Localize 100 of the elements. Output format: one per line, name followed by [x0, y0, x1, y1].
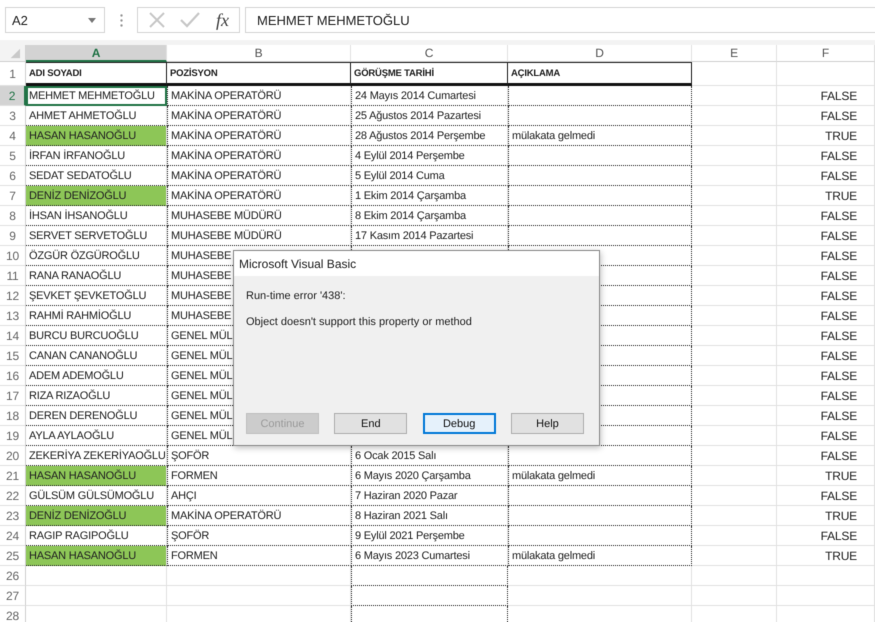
table-cell: FALSE	[777, 266, 875, 286]
column-header[interactable]: A	[26, 45, 167, 62]
table-cell: MAKİNA OPERATÖRÜ	[167, 146, 351, 166]
row-number[interactable]: 17	[0, 386, 26, 406]
row-number[interactable]: 12	[0, 286, 26, 306]
row-number[interactable]: 15	[0, 346, 26, 366]
select-all-icon[interactable]	[0, 45, 26, 62]
table-cell: BURCU BURCUOĞLU	[26, 326, 167, 346]
check-icon[interactable]	[180, 12, 200, 28]
formula-bar[interactable]: MEHMET MEHMETOĞLU	[245, 7, 875, 33]
row-number[interactable]: 24	[0, 526, 26, 546]
name-box[interactable]: A2	[5, 7, 105, 33]
row-number[interactable]: 16	[0, 366, 26, 386]
row-number[interactable]: 20	[0, 446, 26, 466]
table-cell: FALSE	[777, 206, 875, 226]
table-cell: 8 Haziran 2021 Salı	[351, 506, 508, 526]
table-cell: FALSE	[777, 526, 875, 546]
table-cell: 5 Eylül 2014 Cuma	[351, 166, 508, 186]
table-cell: RANA RANAOĞLU	[26, 266, 167, 286]
row-number[interactable]: 1	[0, 62, 26, 86]
table-cell: mülakata gelmedi	[508, 466, 692, 486]
cancel-icon[interactable]	[148, 11, 166, 29]
table-cell: 25 Ağustos 2014 Pazartesi	[351, 106, 508, 126]
row-number[interactable]: 8	[0, 206, 26, 226]
column-title: POZİSYON	[167, 62, 351, 86]
table-cell: DENİZ DENİZOĞLU	[26, 186, 167, 206]
row-number[interactable]: 26	[0, 566, 26, 586]
row-number[interactable]: 19	[0, 426, 26, 446]
table-cell: FALSE	[777, 306, 875, 326]
dialog-button[interactable]: Help	[510, 413, 584, 434]
table-cell: 1 Ekim 2014 Çarşamba	[351, 186, 508, 206]
table-cell: 24 Mayıs 2014 Cumartesi	[351, 86, 508, 106]
dialog-button[interactable]: End	[334, 413, 408, 434]
table-cell: FALSE	[777, 246, 875, 266]
insert-function-button[interactable]: fx	[214, 10, 231, 30]
table-cell: ÖZGÜR ÖZGÜROĞLU	[26, 246, 167, 266]
table-cell: FALSE	[777, 406, 875, 426]
caret-icon	[88, 18, 96, 22]
grip-icon	[120, 14, 123, 26]
column-header[interactable]: D	[508, 45, 692, 62]
table-cell: FALSE	[777, 146, 875, 166]
table-cell: AHÇI	[167, 486, 351, 506]
row-number[interactable]: 6	[0, 166, 26, 186]
table-cell: MAKİNA OPERATÖRÜ	[167, 86, 351, 106]
table-cell: 8 Ekim 2014 Çarşamba	[351, 206, 508, 226]
row-number[interactable]: 13	[0, 306, 26, 326]
column-title: ADI SOYADI	[26, 62, 167, 86]
row-number[interactable]: 3	[0, 106, 26, 126]
table-cell: FORMEN	[167, 546, 351, 566]
row-number[interactable]: 10	[0, 246, 26, 266]
table-cell: FALSE	[777, 486, 875, 506]
table-cell: İRFAN İRFANOĞLU	[26, 146, 167, 166]
row-number[interactable]: 18	[0, 406, 26, 426]
column-header[interactable]: C	[351, 45, 508, 62]
row-number[interactable]: 23	[0, 506, 26, 526]
row-number[interactable]: 9	[0, 226, 26, 246]
row-number[interactable]: 5	[0, 146, 26, 166]
table-cell: 17 Kasım 2014 Pazartesi	[351, 226, 508, 246]
table-cell: TRUE	[777, 186, 875, 206]
column-header[interactable]: B	[167, 45, 351, 62]
table-cell: 6 Mayıs 2020 Çarşamba	[351, 466, 508, 486]
column-header[interactable]: E	[692, 45, 777, 62]
error-code: Run-time error '438':	[246, 290, 347, 302]
dialog-button[interactable]: Debug	[422, 413, 496, 434]
column-header[interactable]: F	[777, 45, 875, 62]
table-cell: FALSE	[777, 166, 875, 186]
row-number[interactable]: 25	[0, 546, 26, 566]
table-cell: DEREN DERENOĞLU	[26, 406, 167, 426]
row-number[interactable]: 2	[0, 86, 26, 106]
dialog-title: Microsoft Visual Basic	[234, 251, 599, 276]
table-cell: TRUE	[777, 126, 875, 146]
table-cell: MAKİNA OPERATÖRÜ	[167, 506, 351, 526]
table-cell: ŞOFÖR	[167, 526, 351, 546]
row-number[interactable]: 4	[0, 126, 26, 146]
table-cell: RIZA RIZAOĞLU	[26, 386, 167, 406]
table-cell: ŞEVKET ŞEVKETOĞLU	[26, 286, 167, 306]
table-cell: FORMEN	[167, 466, 351, 486]
table-cell: FALSE	[777, 366, 875, 386]
table-cell: mülakata gelmedi	[508, 546, 692, 566]
table-cell: HASAN HASANOĞLU	[26, 546, 167, 566]
row-number[interactable]: 7	[0, 186, 26, 206]
table-cell: FALSE	[777, 106, 875, 126]
table-cell: MUHASEBE MÜDÜRÜ	[167, 226, 351, 246]
table-cell: FALSE	[777, 326, 875, 346]
column-title: AÇIKLAMA	[508, 62, 692, 86]
column-title: GÖRÜŞME TARİHİ	[351, 62, 508, 86]
table-cell: FALSE	[777, 426, 875, 446]
table-cell: RAHMİ RAHMİOĞLU	[26, 306, 167, 326]
row-number[interactable]: 14	[0, 326, 26, 346]
table-cell: MAKİNA OPERATÖRÜ	[167, 126, 351, 146]
table-cell: DENİZ DENİZOĞLU	[26, 506, 167, 526]
row-number[interactable]: 11	[0, 266, 26, 286]
table-cell: FALSE	[777, 446, 875, 466]
table-cell: ADEM ADEMOĞLU	[26, 366, 167, 386]
row-number[interactable]: 27	[0, 586, 26, 606]
table-cell: MAKİNA OPERATÖRÜ	[167, 166, 351, 186]
row-number[interactable]: 21	[0, 466, 26, 486]
table-cell: HASAN HASANOĞLU	[26, 126, 167, 146]
table-cell: 6 Mayıs 2023 Cumartesi	[351, 546, 508, 566]
row-number[interactable]: 22	[0, 486, 26, 506]
